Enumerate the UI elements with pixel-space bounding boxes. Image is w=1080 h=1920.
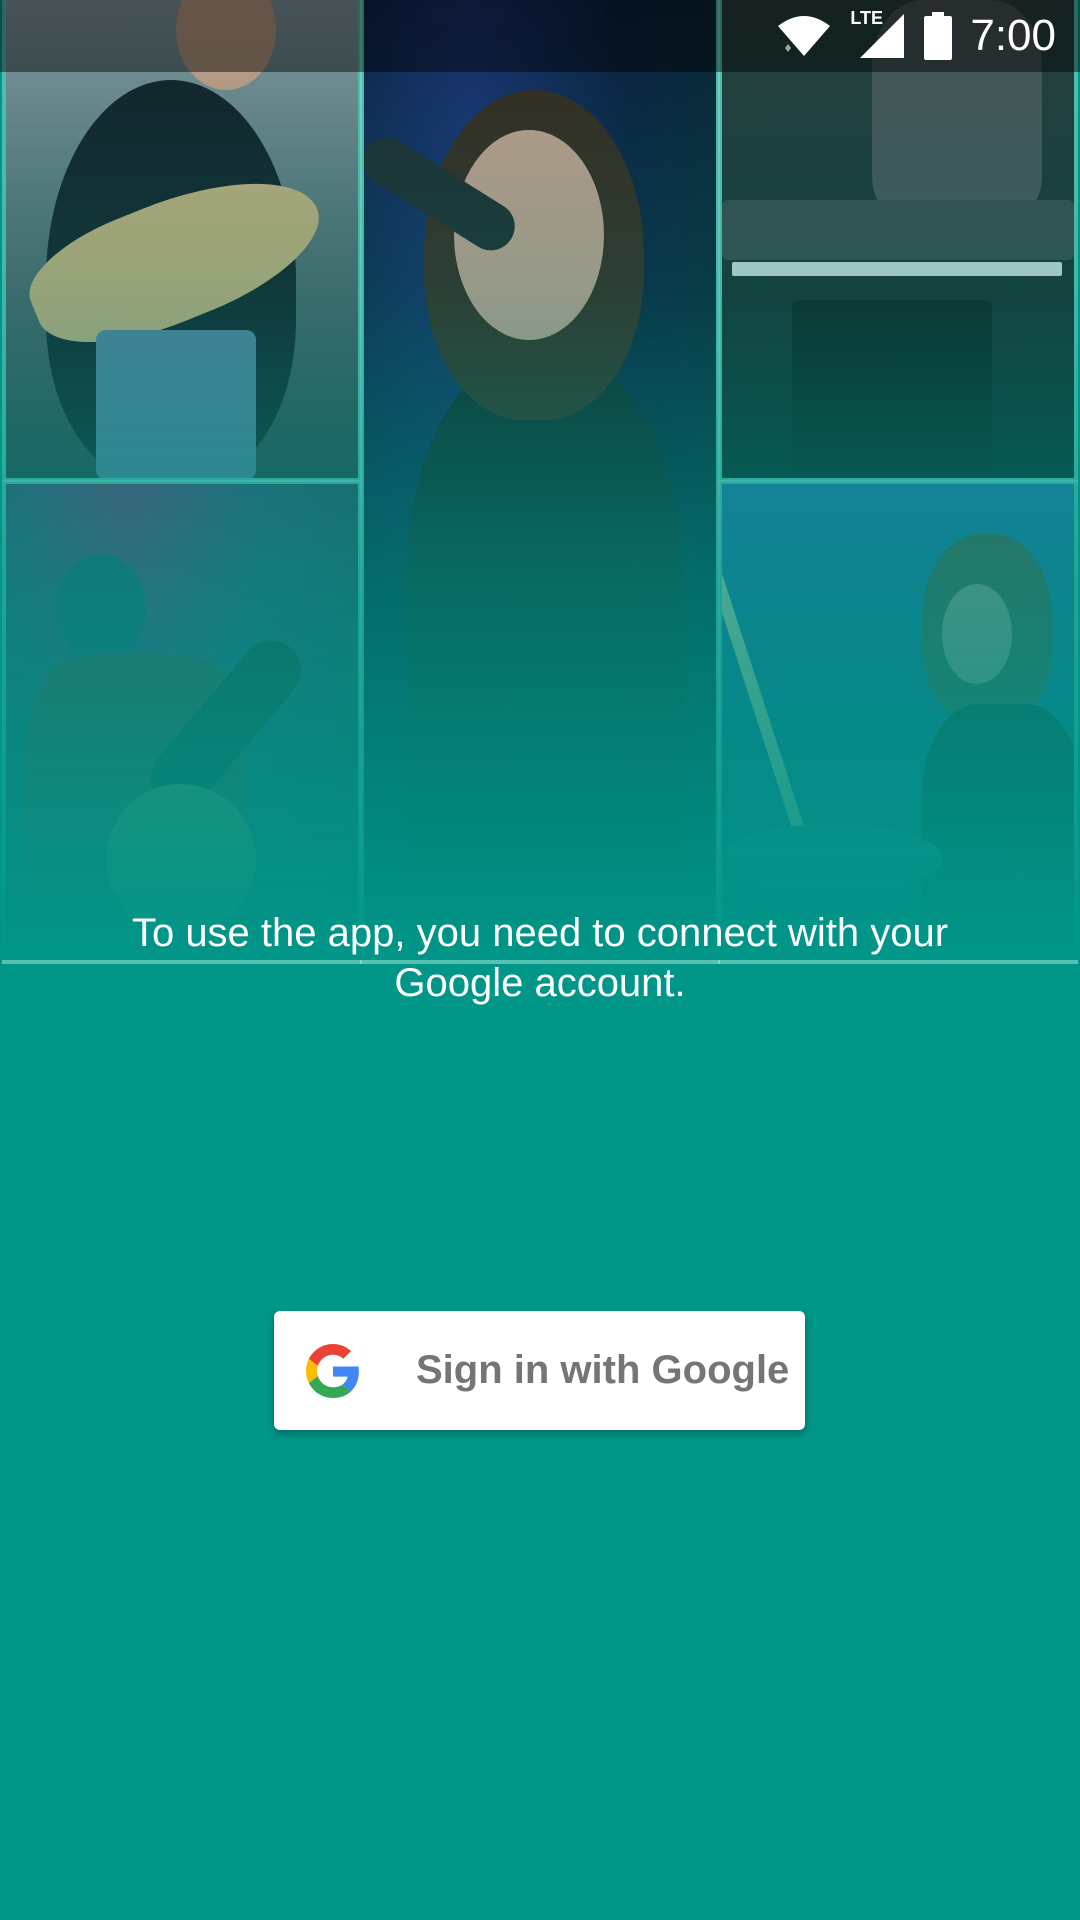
google-g-icon: [306, 1344, 359, 1398]
login-screen: LTE 7:00 To use the app, you need to con…: [0, 0, 1080, 1920]
lte-signal-icon: LTE: [850, 8, 906, 60]
signin-button-label: Sign in with Google: [416, 1348, 790, 1392]
status-bar: LTE 7:00: [0, 0, 1080, 72]
teal-gradient-overlay: [0, 0, 1080, 960]
connect-message: To use the app, you need to connect with…: [131, 911, 949, 1005]
wifi-icon: [778, 16, 831, 56]
status-time: 7:00: [970, 11, 1056, 60]
google-signin-button[interactable]: Sign in with Google: [274, 1311, 805, 1430]
battery-icon: [924, 12, 953, 60]
status-icons: LTE 7:00: [776, 0, 1056, 72]
